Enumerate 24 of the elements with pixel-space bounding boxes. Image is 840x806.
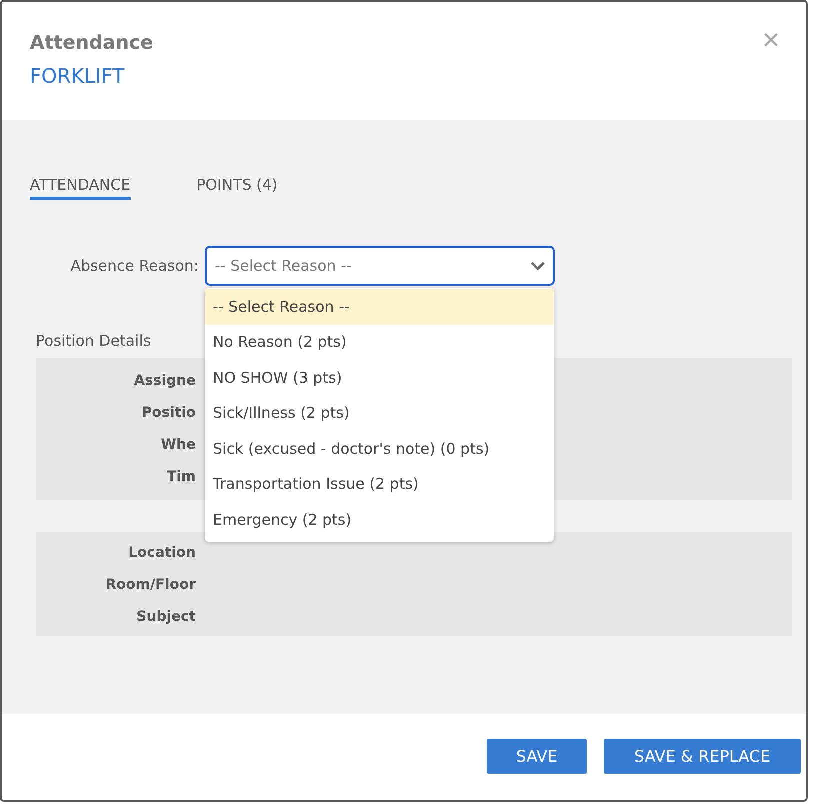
save-button[interactable]: SAVE <box>487 739 587 774</box>
dropdown-option[interactable]: No Reason (2 pts) <box>205 324 554 360</box>
save-replace-button[interactable]: SAVE & REPLACE <box>604 739 801 774</box>
detail-label: Tim <box>167 469 196 485</box>
field-label: Absence Reason: <box>70 257 199 275</box>
detail-label: Subject <box>136 609 196 625</box>
dropdown-option[interactable]: Sick (excused - doctor's note) (0 pts) <box>205 431 554 466</box>
section-heading: Position Details <box>36 332 152 350</box>
dropdown-option[interactable]: Transportation Issue (2 pts) <box>205 466 554 502</box>
dropdown-option[interactable]: Sick/Illness (2 pts) <box>205 396 554 431</box>
tab[interactable]: ATTENDANCE <box>30 176 131 200</box>
detail-label: Location <box>128 545 196 561</box>
dropdown-option[interactable]: Emergency (2 pts) <box>205 502 554 538</box>
chevron-down-icon <box>531 262 545 270</box>
detail-label: Room/Floor <box>106 577 196 593</box>
detail-label: Assigne <box>134 373 196 389</box>
detail-label: Positio <box>142 405 196 421</box>
dropdown-option[interactable]: -- Select Reason -- <box>205 289 554 324</box>
detail-label: Whe <box>161 437 196 453</box>
reason-select[interactable]: -- Select Reason -- <box>205 246 555 286</box>
dialog-title: Attendance <box>30 32 154 54</box>
dropdown-option[interactable]: NO SHOW (3 pts) <box>205 360 554 396</box>
dialog-subtitle: FORKLIFT <box>30 64 125 88</box>
tab[interactable]: POINTS (4) <box>196 176 278 200</box>
